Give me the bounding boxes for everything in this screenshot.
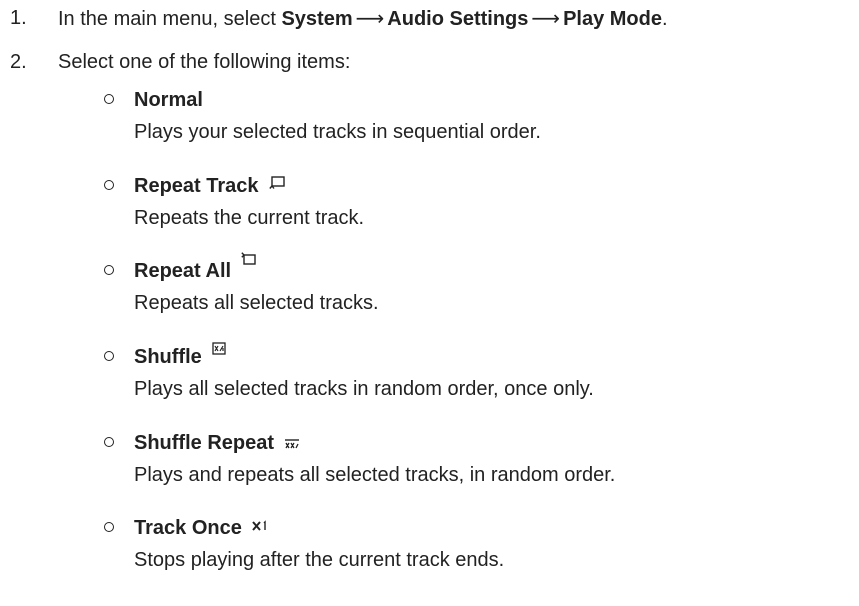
option-title-text: Normal — [134, 89, 203, 111]
repeat-track-icon — [268, 172, 287, 196]
option-title: Normal — [134, 88, 203, 112]
menu-arrow: ⟶ — [531, 6, 561, 30]
option-title: Track Once — [134, 516, 268, 541]
bullet-icon — [104, 180, 114, 190]
option-title-text: Shuffle — [134, 346, 202, 368]
menu-arrow: ⟶ — [355, 6, 385, 30]
bullet-icon — [104, 351, 114, 361]
option-description: Stops playing after the current track en… — [134, 549, 505, 571]
option-title: Repeat Track — [134, 174, 287, 199]
menu-path-audio-settings: Audio Settings — [387, 8, 529, 30]
bullet-icon — [104, 437, 114, 447]
option-description: Plays all selected tracks in random orde… — [134, 378, 594, 400]
option-title-text: Repeat Track — [134, 175, 259, 197]
option-title-text: Shuffle Repeat — [134, 432, 275, 454]
shuffle-repeat-icon — [284, 432, 300, 456]
bullet-icon — [104, 265, 114, 275]
option-description: Repeats all selected tracks. — [134, 292, 379, 314]
menu-path-play-mode: Play Mode — [563, 8, 662, 30]
shuffle-icon — [212, 338, 226, 362]
step-text-prefix: In the main menu, select — [58, 8, 282, 30]
option-description: Plays and repeats all selected tracks, i… — [134, 464, 616, 486]
step-number: 2. — [10, 51, 27, 73]
option-description: Plays your selected tracks in sequential… — [134, 121, 541, 143]
option-title: Shuffle Repeat — [134, 431, 300, 456]
track-once-icon — [252, 514, 268, 538]
repeat-all-icon — [241, 250, 257, 274]
step-text: Select one of the following items: — [58, 51, 351, 73]
bullet-icon — [104, 94, 114, 104]
option-title: Repeat All — [134, 252, 257, 284]
step-text: In the main menu, select System ⟶ Audio Se… — [58, 6, 668, 31]
step-number: 1. — [10, 7, 27, 29]
menu-path-system: System — [281, 8, 353, 30]
option-title-text: Track Once — [134, 517, 242, 539]
step-text-suffix: . — [661, 8, 668, 30]
option-title: Shuffle — [134, 342, 226, 370]
option-description: Repeats the current track. — [134, 207, 365, 229]
option-title-text: Repeat All — [134, 260, 232, 282]
document-page: { "steps": [ { "number": "1.", "text_pre… — [0, 0, 859, 606]
bullet-icon — [104, 522, 114, 532]
